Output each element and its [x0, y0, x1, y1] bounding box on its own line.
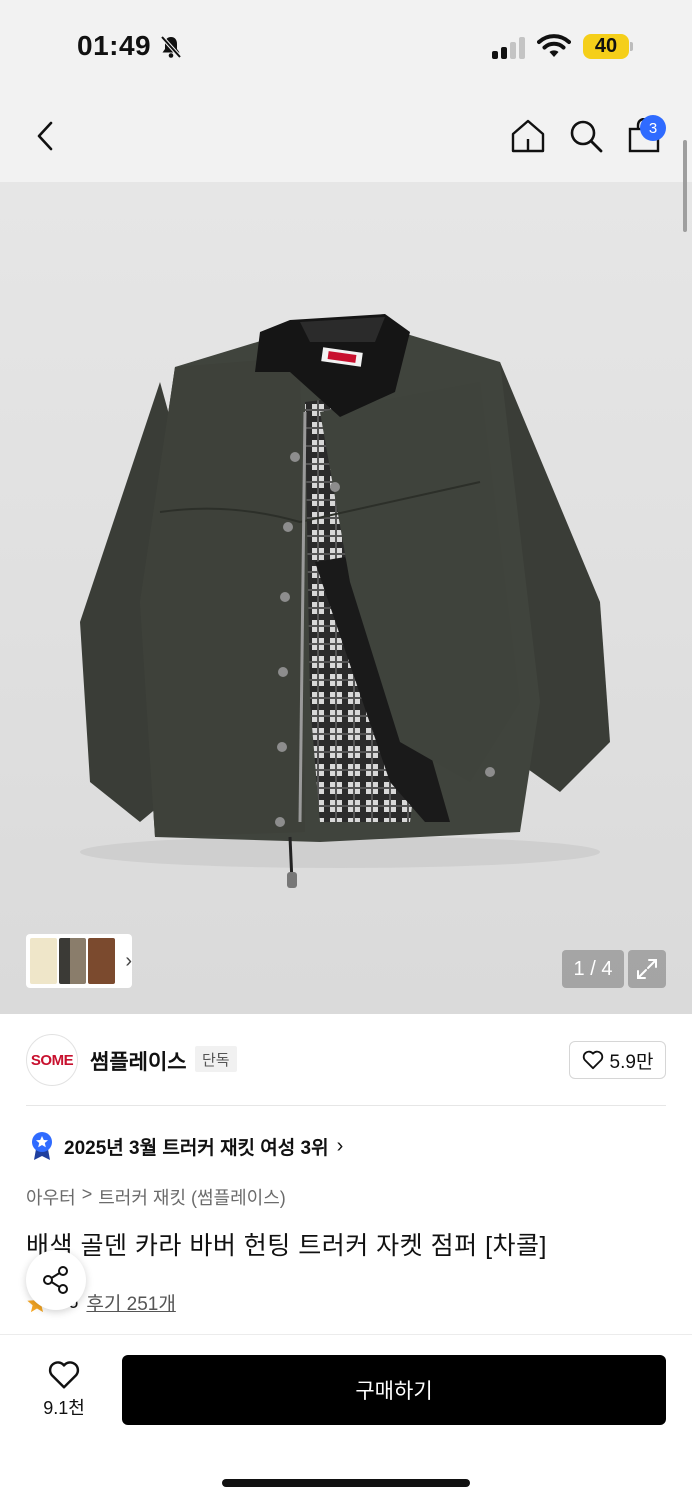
share-icon	[43, 1266, 68, 1294]
status-time: 01:49	[77, 30, 152, 61]
ranking-text: 2025년 3월 트러커 재킷 여성 3위	[64, 1137, 329, 1159]
heart-icon	[582, 1050, 603, 1070]
battery-tip	[630, 42, 633, 51]
variant-thumb-ivory[interactable]	[30, 938, 58, 984]
ranking-medal-icon	[32, 1132, 52, 1160]
color-variant-thumbnails[interactable]: ›	[26, 934, 132, 988]
buy-button[interactable]: 구매하기	[122, 1355, 666, 1425]
breadcrumb-category[interactable]: 아우터	[26, 1184, 76, 1210]
back-button[interactable]	[24, 114, 68, 158]
variant-thumb-brown[interactable]	[88, 938, 116, 984]
brand-like-count: 5.9만	[609, 1051, 654, 1073]
wishlist-count: 9.1천	[43, 1398, 85, 1418]
image-counter: 1 / 4	[562, 950, 624, 988]
wifi-icon	[537, 33, 571, 64]
expand-icon	[637, 959, 657, 979]
chevron-right-icon: ›	[125, 949, 132, 972]
status-bar: 01:49 40	[0, 0, 692, 92]
expand-button[interactable]	[628, 950, 666, 988]
wishlist-button[interactable]: 9.1천	[26, 1356, 102, 1424]
divider	[26, 1105, 666, 1106]
ranking-link[interactable]: 2025년 3월 트러커 재킷 여성 3위 ›	[30, 1130, 343, 1162]
jacket-product-image	[0, 182, 692, 1014]
breadcrumb: 아우터 > 트러커 재킷 (썸플레이스)	[26, 1184, 286, 1210]
brand-name[interactable]: 썸플레이스	[90, 1046, 187, 1076]
variant-thumb-model[interactable]	[59, 938, 87, 984]
battery-indicator: 40	[583, 34, 629, 59]
product-image-gallery[interactable]	[0, 182, 692, 1014]
home-button[interactable]	[506, 114, 550, 158]
cart-count-badge: 3	[640, 115, 666, 141]
brand-row: SOME 썸플레이스 단독 5.9만	[26, 1034, 666, 1086]
heart-icon	[48, 1361, 80, 1389]
product-title: 배색 골덴 카라 바버 헌팅 트러커 자켓 점퍼 [차콜]	[26, 1232, 547, 1260]
brand-like-button[interactable]: 5.9만	[569, 1041, 666, 1079]
brand-logo[interactable]: SOME	[26, 1034, 78, 1086]
cellular-signal-icon	[492, 37, 528, 59]
exclusive-badge: 단독	[195, 1046, 237, 1072]
bottom-bar-divider	[0, 1334, 692, 1335]
breadcrumb-subcategory[interactable]: 트러커 재킷 (썸플레이스)	[98, 1184, 286, 1210]
top-nav-bar	[0, 92, 692, 182]
search-button[interactable]	[564, 114, 608, 158]
bell-muted-icon	[158, 34, 184, 65]
chevron-right-icon: ›	[336, 1134, 344, 1157]
home-indicator	[222, 1479, 470, 1487]
scroll-indicator[interactable]	[683, 140, 687, 232]
breadcrumb-separator: >	[81, 1184, 93, 1204]
share-button[interactable]	[26, 1250, 86, 1310]
reviews-link[interactable]: 후기 251개	[86, 1289, 175, 1316]
